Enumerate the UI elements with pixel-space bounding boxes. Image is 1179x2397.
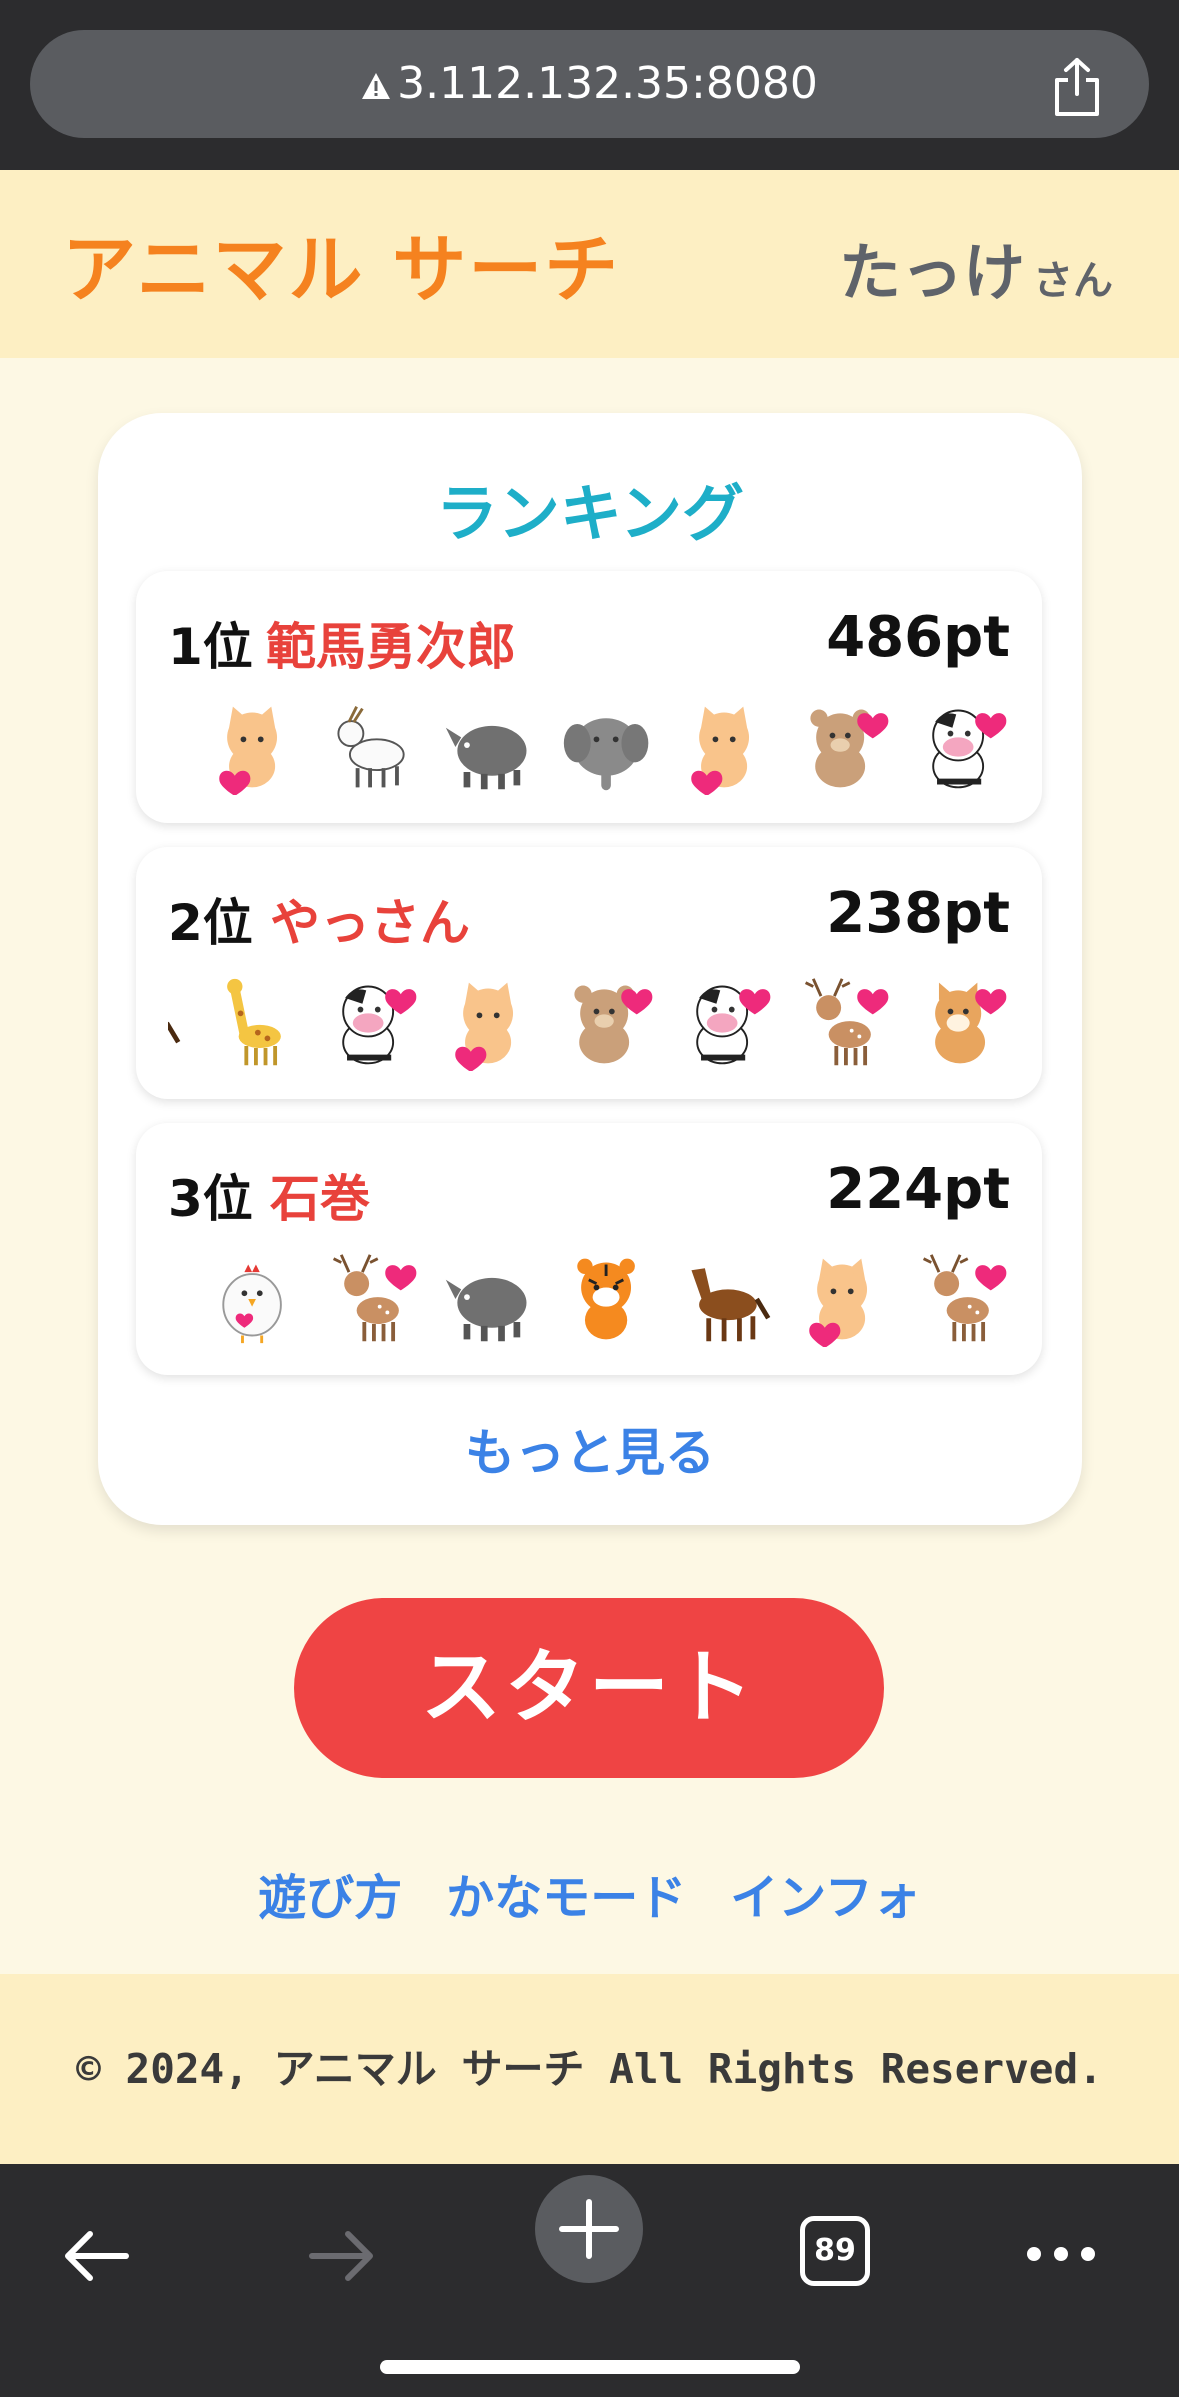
how-to-play-link[interactable]: 遊び方 (258, 1870, 402, 1926)
footer-links: 遊び方 かなモード インフォ (0, 1858, 1179, 1928)
see-more-link[interactable]: もっと見る (98, 1413, 1082, 1485)
cat-icon (219, 706, 278, 795)
user-honorific: さん (1033, 258, 1113, 304)
ranking-title: ランキング (435, 477, 745, 550)
bear-icon (810, 709, 889, 788)
ranking-entry-2: 2位 やっさん 238pt (136, 847, 1042, 1099)
url-display[interactable]: 3.112.132.35:8080 (30, 30, 1149, 138)
cow-icon (696, 985, 771, 1065)
ranking-entry-3: 3位 石巻 224pt (136, 1123, 1042, 1375)
cat-icon (691, 706, 750, 795)
cat-icon (809, 1258, 868, 1347)
giraffe-icon (227, 978, 281, 1066)
horse-icon (168, 1021, 181, 1044)
deer-icon (922, 1254, 1007, 1342)
url-text: 3.112.132.35:8080 (397, 58, 818, 109)
cow-icon (342, 985, 417, 1065)
player-name: 範馬勇次郎 (266, 618, 516, 676)
app-header: アニマル サーチ たっけ さん (0, 170, 1179, 358)
deer-icon (804, 978, 889, 1066)
collected-animals-row (168, 689, 1010, 799)
share-icon[interactable] (1049, 56, 1105, 118)
browser-bottom-bar: 89 (0, 2164, 1179, 2397)
browser-top-bar: 3.112.132.35:8080 (0, 0, 1179, 170)
collected-animals-row (168, 965, 1010, 1075)
player-score: 224pt (826, 1157, 1010, 1222)
player-name: やっさん (270, 894, 470, 952)
ranking-card: ランキング 1位 範馬勇次郎 486pt 2位 やっさん 238pt 3位 石巻… (98, 413, 1082, 1525)
elephant-icon (563, 718, 649, 791)
kana-mode-link[interactable]: かなモード (446, 1870, 686, 1926)
info-link[interactable]: インフォ (730, 1870, 921, 1926)
user-display: たっけ さん (839, 222, 1113, 312)
app-footer: © 2024, アニマル サーチ All Rights Reserved. (0, 1974, 1179, 2164)
home-indicator (380, 2360, 800, 2374)
chick-icon (222, 1264, 282, 1344)
player-name: 石巻 (270, 1170, 370, 1228)
warning-icon (362, 73, 391, 99)
player-score: 238pt (826, 881, 1010, 946)
main-content: ランキング 1位 範馬勇次郎 486pt 2位 やっさん 238pt 3位 石巻… (0, 358, 1179, 1974)
ranking-entry-1: 1位 範馬勇次郎 486pt (136, 571, 1042, 823)
tiger-icon (577, 1258, 635, 1340)
forward-arrow-icon[interactable] (306, 2226, 378, 2286)
goat-icon (337, 706, 405, 788)
cow-icon (932, 709, 1007, 789)
tab-count-button[interactable]: 89 (800, 2216, 870, 2286)
horse-icon (691, 1268, 771, 1342)
bear-icon (574, 985, 653, 1064)
new-tab-icon[interactable] (534, 2174, 644, 2284)
start-button[interactable]: スタート (294, 1598, 884, 1778)
rank-position: 2位 (168, 894, 253, 952)
cat-icon (455, 982, 514, 1071)
player-score: 486pt (826, 605, 1010, 670)
address-bar[interactable]: 3.112.132.35:8080 (30, 30, 1149, 138)
more-options-icon[interactable] (1024, 2244, 1098, 2264)
rhino-icon (445, 1277, 527, 1342)
deer-icon (332, 1254, 417, 1342)
rhino-icon (445, 725, 527, 790)
back-arrow-icon[interactable] (60, 2226, 132, 2286)
app-title[interactable]: アニマル サーチ (62, 210, 620, 317)
shiba-dog-icon (935, 982, 1007, 1064)
copyright-text: © 2024, アニマル サーチ All Rights Reserved. (76, 2045, 1103, 2093)
rank-position: 1位 (168, 618, 253, 676)
collected-animals-row (168, 1241, 1010, 1351)
rank-position: 3位 (168, 1170, 253, 1228)
user-name: たっけ (838, 236, 1025, 309)
